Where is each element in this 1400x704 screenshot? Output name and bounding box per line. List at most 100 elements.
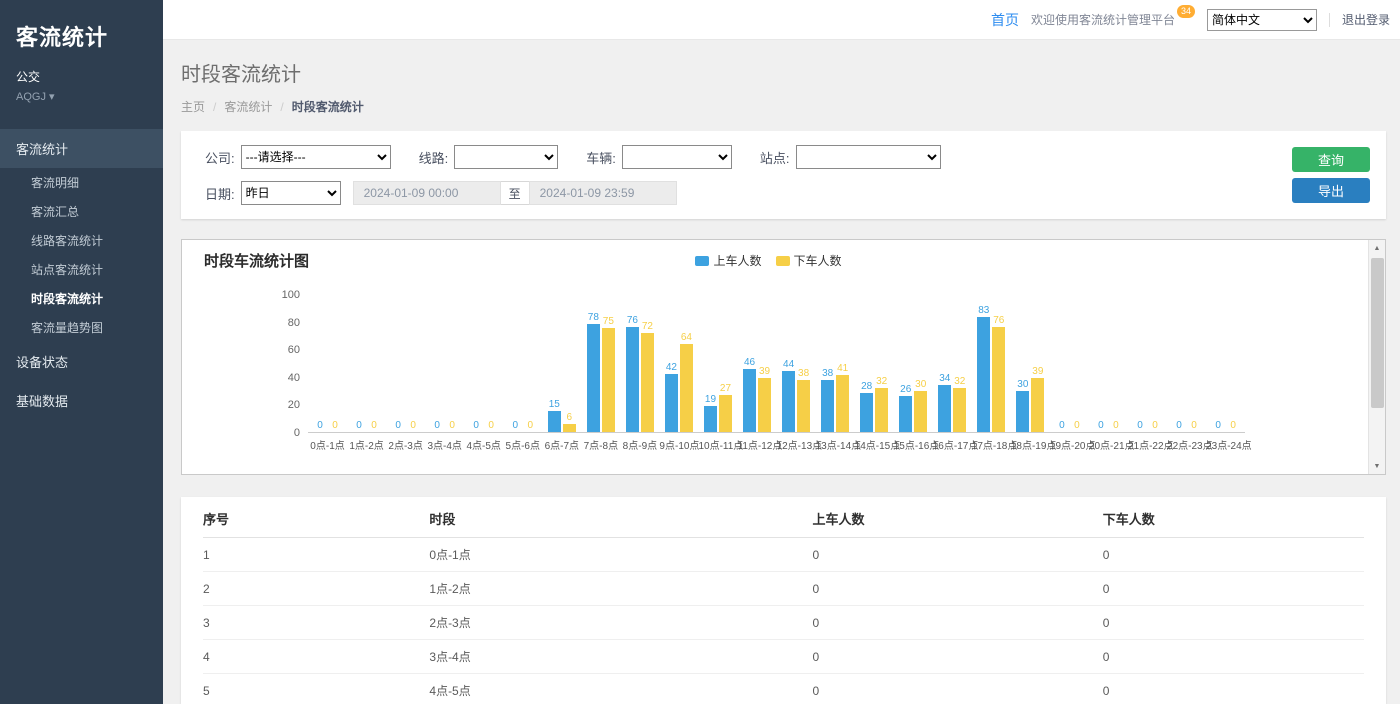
sidebar-item[interactable]: 站点客流统计 xyxy=(0,255,163,284)
sidebar-item[interactable]: 时段客流统计 xyxy=(0,284,163,313)
line-select[interactable] xyxy=(454,145,558,169)
x-tick-label: 3点-4点 xyxy=(425,437,464,452)
sidebar-section[interactable]: 客流统计 xyxy=(0,129,163,168)
bar-value-label: 76 xyxy=(627,315,638,326)
legend-item[interactable]: 上车人数 xyxy=(695,252,761,269)
bar-wrap: 0 xyxy=(1070,295,1083,432)
bar-group: 00 xyxy=(386,295,425,432)
table-cell: 1点-2点 xyxy=(429,572,812,606)
breadcrumb-item[interactable]: 主页 xyxy=(181,98,205,115)
bar-value-label: 28 xyxy=(861,381,872,392)
bar xyxy=(992,327,1005,432)
bar-value-label: 41 xyxy=(837,363,848,374)
bar-value-label: 38 xyxy=(798,368,809,379)
bar-group: 3432 xyxy=(933,295,972,432)
search-button[interactable]: 查询 xyxy=(1292,147,1370,172)
table-cell: 2 xyxy=(203,572,429,606)
x-axis: 0点-1点1点-2点2点-3点3点-4点4点-5点5点-6点6点-7点7点-8点… xyxy=(308,433,1245,452)
breadcrumb-item: 时段客流统计 xyxy=(292,98,364,115)
bar-value-label: 46 xyxy=(744,357,755,368)
bar-value-label: 78 xyxy=(588,312,599,323)
welcome-label: 欢迎使用客流统计管理平台 xyxy=(1031,11,1175,28)
date-preset-select[interactable]: 昨日 xyxy=(241,181,341,205)
bar-wrap: 0 xyxy=(470,295,483,432)
date-label: 日期: xyxy=(205,184,235,203)
table-cell: 2点-3点 xyxy=(429,606,812,640)
sidebar-section[interactable]: 基础数据 xyxy=(0,381,163,420)
bar-value-label: 0 xyxy=(512,420,518,431)
x-tick-label: 13点-14点 xyxy=(816,437,855,452)
y-tick-label: 0 xyxy=(294,427,300,439)
bar-value-label: 6 xyxy=(567,412,573,423)
bar-value-label: 0 xyxy=(410,420,416,431)
bar xyxy=(821,380,834,432)
chart-legend: 上车人数下车人数 xyxy=(182,252,1355,269)
sidebar-item[interactable]: 线路客流统计 xyxy=(0,226,163,255)
scroll-up-icon[interactable]: ▲ xyxy=(1369,240,1385,256)
bar xyxy=(743,369,756,432)
bar-value-label: 30 xyxy=(1017,379,1028,390)
export-button[interactable]: 导出 xyxy=(1292,178,1370,203)
bar xyxy=(626,327,639,432)
bar-group: 2630 xyxy=(894,295,933,432)
bar-wrap: 64 xyxy=(680,295,693,432)
logout-link[interactable]: 退出登录 xyxy=(1342,11,1390,28)
x-tick-label: 4点-5点 xyxy=(464,437,503,452)
x-tick-label: 17点-18点 xyxy=(972,437,1011,452)
main-area: 首页 欢迎使用客流统计管理平台 34 简体中文 退出登录 时段客流统计 主页 / 客… xyxy=(163,0,1400,704)
welcome-text: 欢迎使用客流统计管理平台 34 xyxy=(1031,11,1195,28)
date-to-input[interactable] xyxy=(529,181,677,205)
home-link[interactable]: 首页 xyxy=(991,10,1019,30)
breadcrumb-separator: / xyxy=(213,100,216,114)
app-title: 客流统计 xyxy=(0,0,163,52)
table-body: 10点-1点0021点-2点0032点-3点0043点-4点0054点-5点00… xyxy=(203,538,1364,704)
breadcrumb-item[interactable]: 客流统计 xyxy=(224,98,272,115)
x-tick-label: 12点-13点 xyxy=(777,437,816,452)
bar xyxy=(704,406,717,432)
bar-value-label: 34 xyxy=(939,373,950,384)
bar-wrap: 32 xyxy=(875,295,888,432)
bar xyxy=(836,375,849,432)
notification-badge[interactable]: 34 xyxy=(1177,5,1195,18)
bar xyxy=(641,333,654,432)
date-from-input[interactable] xyxy=(353,181,501,205)
station-select[interactable] xyxy=(796,145,941,169)
vehicle-select[interactable] xyxy=(622,145,732,169)
bar-wrap: 38 xyxy=(797,295,810,432)
company-select[interactable]: ---请选择--- xyxy=(241,145,391,169)
sidebar: 客流统计 公交 AQGJ ▾ 客流统计客流明细客流汇总线路客流统计站点客流统计时… xyxy=(0,0,163,704)
scrollbar-thumb[interactable] xyxy=(1371,258,1384,408)
bar-value-label: 26 xyxy=(900,384,911,395)
table-cell: 0 xyxy=(813,572,1103,606)
bar xyxy=(563,424,576,432)
bar xyxy=(899,396,912,432)
bar-group: 4438 xyxy=(777,295,816,432)
bar-wrap: 0 xyxy=(1134,295,1147,432)
table-row: 32点-3点00 xyxy=(203,606,1364,640)
chart-scrollbar[interactable]: ▲ ▼ xyxy=(1368,240,1385,474)
bar-wrap: 34 xyxy=(938,295,951,432)
legend-swatch-icon xyxy=(776,256,790,266)
org-label: 公交 xyxy=(0,52,163,85)
bar-value-label: 72 xyxy=(642,321,653,332)
scroll-down-icon[interactable]: ▼ xyxy=(1369,458,1385,474)
sidebar-item[interactable]: 客流汇总 xyxy=(0,197,163,226)
bar-group: 00 xyxy=(1050,295,1089,432)
line-label: 线路: xyxy=(419,148,449,167)
table-cell: 0 xyxy=(813,640,1103,674)
bar-value-label: 39 xyxy=(1032,366,1043,377)
company-label: 公司: xyxy=(205,148,235,167)
sidebar-item[interactable]: 客流明细 xyxy=(0,168,163,197)
bar-wrap: 0 xyxy=(368,295,381,432)
table-cell: 5 xyxy=(203,674,429,704)
bar-group: 00 xyxy=(464,295,503,432)
org-selector[interactable]: AQGJ ▾ xyxy=(0,85,163,103)
bar-wrap: 76 xyxy=(992,295,1005,432)
sidebar-section[interactable]: 设备状态 xyxy=(0,342,163,381)
bar-wrap: 0 xyxy=(314,295,327,432)
legend-item[interactable]: 下车人数 xyxy=(776,252,842,269)
sidebar-item[interactable]: 客流量趋势图 xyxy=(0,313,163,342)
language-select[interactable]: 简体中文 xyxy=(1207,9,1317,31)
bar-wrap: 28 xyxy=(860,295,873,432)
table-cell: 4点-5点 xyxy=(429,674,812,704)
